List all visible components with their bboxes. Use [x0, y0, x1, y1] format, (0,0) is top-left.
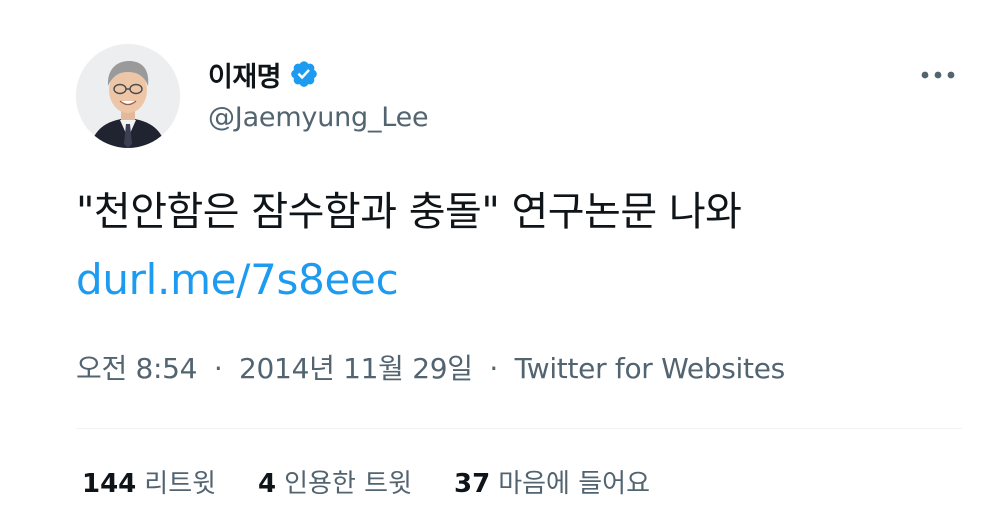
meta-separator: · — [489, 352, 498, 385]
divider — [76, 428, 962, 429]
tweet-card: 이재명 @Jaemyung_Lee "천안함은 잠수함과 충돌" 연구논문 나와… — [0, 0, 981, 527]
tweet-link[interactable]: durl.me/7s8eec — [76, 253, 399, 307]
quote-tweets-stat[interactable]: 4 인용한 트윗 — [258, 466, 412, 502]
avatar[interactable] — [76, 44, 180, 148]
tweet-date[interactable]: 2014년 11월 29일 — [239, 352, 473, 385]
quote-tweets-label: 인용한 트윗 — [284, 469, 413, 499]
author-display-name[interactable]: 이재명 — [208, 55, 282, 94]
more-dots-icon — [921, 71, 955, 79]
tweet-time[interactable]: 오전 8:54 — [76, 352, 198, 385]
likes-count: 37 — [454, 469, 491, 499]
more-options-button[interactable] — [914, 60, 962, 90]
avatar-image — [76, 44, 180, 148]
retweets-count: 144 — [82, 469, 137, 499]
likes-label: 마음에 들어요 — [498, 469, 650, 499]
likes-stat[interactable]: 37 마음에 들어요 — [454, 466, 650, 502]
retweets-stat[interactable]: 144 리트윗 — [82, 466, 216, 502]
author-name-row: 이재명 — [208, 55, 319, 94]
quote-tweets-count: 4 — [258, 469, 277, 499]
retweets-label: 리트윗 — [144, 469, 217, 499]
tweet-meta: 오전 8:54 · 2014년 11월 29일 · Twitter for We… — [76, 350, 785, 388]
meta-separator: · — [213, 352, 223, 385]
tweet-text: "천안함은 잠수함과 충돌" 연구논문 나와 — [76, 189, 742, 235]
verified-badge-icon — [289, 59, 319, 89]
tweet-stats: 144 리트윗 4 인용한 트윗 37 마음에 들어요 — [82, 466, 650, 502]
tweet-source[interactable]: Twitter for Websites — [515, 352, 786, 385]
author-handle[interactable]: @Jaemyung_Lee — [208, 102, 429, 133]
